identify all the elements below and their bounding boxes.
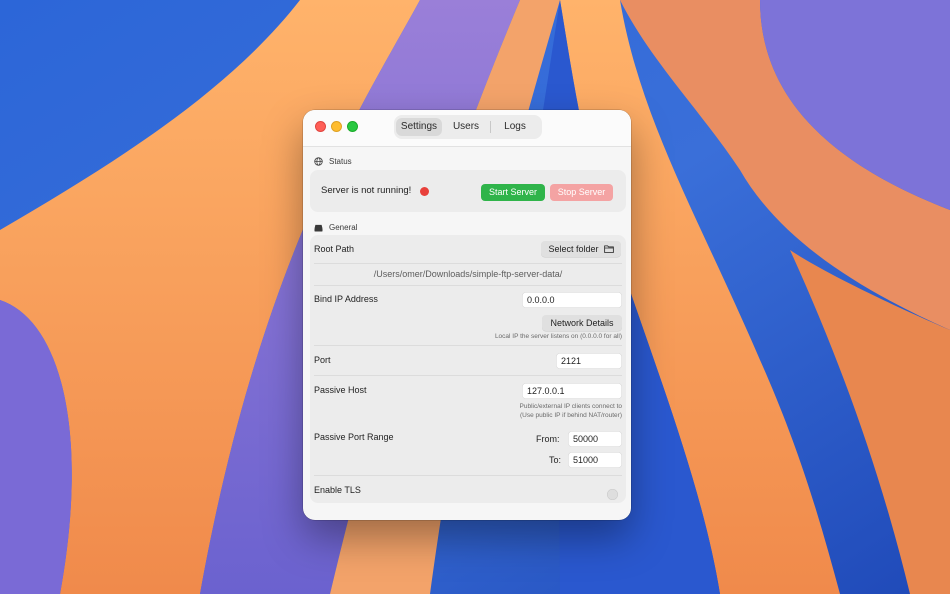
status-panel: Server is not running! Start Server Stop… bbox=[310, 170, 626, 212]
divider bbox=[314, 345, 622, 346]
divider bbox=[314, 263, 622, 264]
port-range-from-input[interactable]: 50000 bbox=[568, 431, 622, 447]
status-indicator bbox=[420, 187, 429, 196]
to-label: To: bbox=[549, 455, 562, 465]
passive-host-hint-2: (Use public IP if behind NAT/router) bbox=[520, 412, 622, 419]
divider bbox=[314, 475, 622, 476]
select-folder-label: Select folder bbox=[548, 244, 599, 254]
stop-server-button[interactable]: Stop Server bbox=[550, 184, 613, 201]
bind-ip-hint: Local IP the server listens on (0.0.0.0 … bbox=[494, 333, 622, 340]
port-label: Port bbox=[314, 355, 331, 365]
zoom-window-button[interactable] bbox=[347, 121, 358, 132]
select-folder-button[interactable]: Select folder bbox=[541, 241, 621, 257]
passive-host-input[interactable]: 127.0.0.1 bbox=[522, 383, 622, 399]
bind-ip-label: Bind IP Address bbox=[314, 294, 378, 304]
title-bar: Settings Users Logs bbox=[303, 110, 631, 147]
minimize-window-button[interactable] bbox=[331, 121, 342, 132]
general-panel: Root Path Select folder /Users/omer/Down… bbox=[310, 235, 626, 503]
status-section-header: Status bbox=[314, 157, 352, 166]
from-label: From: bbox=[536, 434, 560, 444]
app-window: Settings Users Logs Status Server is not… bbox=[303, 110, 631, 520]
general-section-title: General bbox=[329, 223, 358, 232]
bind-ip-input[interactable]: 0.0.0.0 bbox=[522, 292, 622, 308]
folder-icon bbox=[603, 245, 614, 253]
tab-settings[interactable]: Settings bbox=[396, 118, 442, 136]
divider bbox=[314, 375, 622, 376]
enable-tls-checkbox[interactable] bbox=[607, 489, 618, 500]
enable-tls-label: Enable TLS bbox=[314, 485, 361, 495]
tab-bar: Settings Users Logs bbox=[394, 115, 542, 139]
start-server-button[interactable]: Start Server bbox=[481, 184, 545, 201]
passive-host-label: Passive Host bbox=[314, 385, 367, 395]
root-path-value: /Users/omer/Downloads/simple-ftp-server-… bbox=[373, 269, 563, 279]
passive-host-hint-1: Public/external IP clients connect to bbox=[519, 403, 623, 410]
tab-logs[interactable]: Logs bbox=[491, 118, 539, 136]
status-section-title: Status bbox=[329, 157, 352, 166]
network-details-button[interactable]: Network Details bbox=[542, 315, 622, 331]
divider bbox=[314, 285, 622, 286]
general-section-header: General bbox=[314, 223, 357, 232]
globe-icon bbox=[314, 157, 323, 166]
port-range-to-input[interactable]: 51000 bbox=[568, 452, 622, 468]
port-input[interactable]: 2121 bbox=[556, 353, 622, 369]
passive-port-range-label: Passive Port Range bbox=[314, 432, 394, 442]
tab-users[interactable]: Users bbox=[442, 118, 490, 136]
close-window-button[interactable] bbox=[315, 121, 326, 132]
drive-icon bbox=[314, 224, 323, 232]
server-status-message: Server is not running! bbox=[321, 185, 412, 196]
root-path-label: Root Path bbox=[314, 244, 355, 254]
